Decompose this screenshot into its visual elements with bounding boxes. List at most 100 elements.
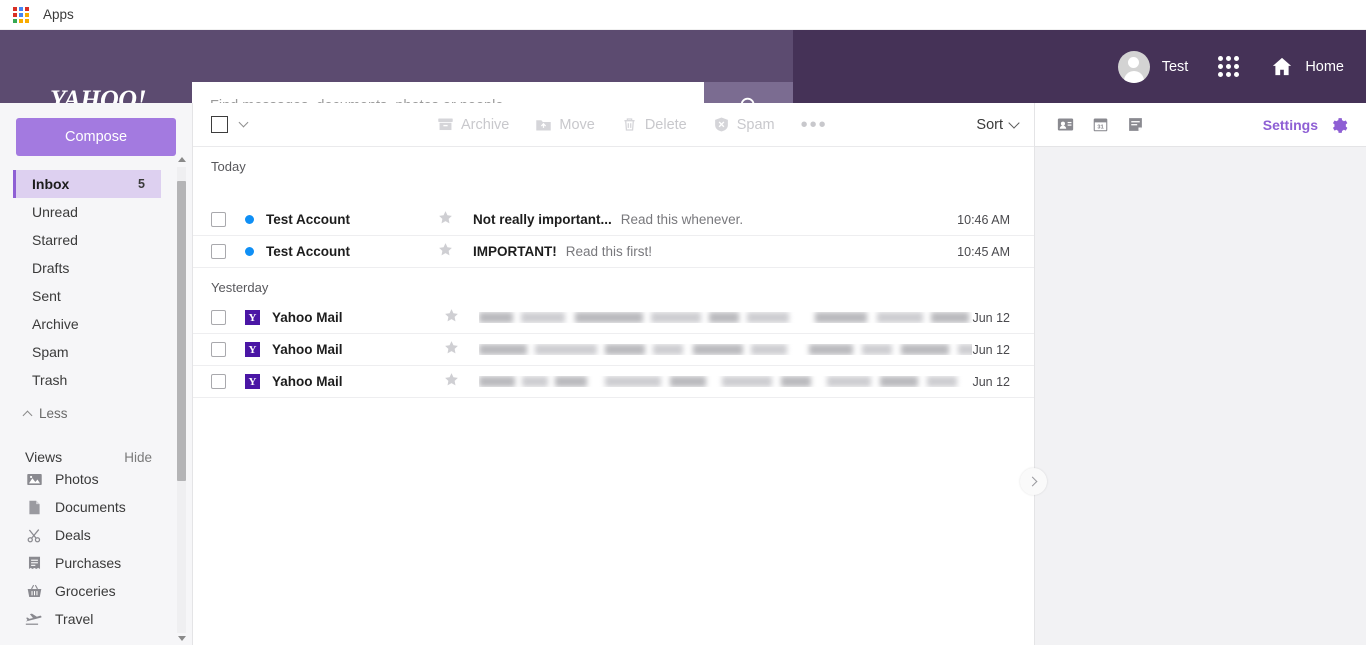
star-icon[interactable] bbox=[444, 308, 460, 328]
view-item-documents[interactable]: Documents bbox=[0, 493, 192, 521]
trash-icon bbox=[621, 116, 638, 133]
app-header: YAHOO! MAIL Test Home bbox=[0, 30, 1366, 129]
home-link[interactable]: Home bbox=[1269, 55, 1344, 78]
sidebar-item-archive[interactable]: Archive bbox=[13, 310, 161, 338]
delete-label: Delete bbox=[644, 116, 687, 133]
move-icon bbox=[535, 116, 552, 133]
more-actions-button[interactable]: ••• bbox=[801, 115, 828, 135]
message-checkbox[interactable] bbox=[211, 244, 226, 259]
message-row[interactable]: Test Account IMPORTANT! Read this first! 10… bbox=[193, 236, 1034, 268]
message-subject-area bbox=[479, 344, 973, 355]
message-time: 10:46 AM bbox=[957, 212, 1010, 227]
spam-label: Spam bbox=[736, 116, 775, 133]
compose-button[interactable]: Compose bbox=[16, 118, 176, 156]
date-group-header: Yesterday bbox=[211, 280, 269, 295]
message-checkbox[interactable] bbox=[211, 374, 226, 389]
archive-button[interactable]: Archive bbox=[437, 116, 509, 133]
message-row[interactable]: Y Yahoo Mail Jun 12 bbox=[193, 334, 1034, 366]
star-icon[interactable] bbox=[438, 242, 454, 262]
settings-button[interactable]: Settings bbox=[1263, 115, 1348, 134]
sidebar-item-sent[interactable]: Sent bbox=[13, 282, 161, 310]
sidebar-item-unread[interactable]: Unread bbox=[13, 198, 161, 226]
chevron-down-icon bbox=[1008, 116, 1020, 129]
sidebar-item-spam[interactable]: Spam bbox=[13, 338, 161, 366]
reading-pane-toolbar: 31 Settings bbox=[1035, 103, 1366, 147]
select-dropdown-chevron-down-icon[interactable] bbox=[238, 117, 249, 128]
yahoo-y-badge-icon: Y bbox=[245, 374, 260, 389]
settings-label: Settings bbox=[1262, 116, 1318, 133]
scroll-down-arrow-icon[interactable] bbox=[178, 636, 186, 641]
star-icon[interactable] bbox=[444, 340, 460, 360]
apps-grid-icon[interactable] bbox=[13, 6, 29, 23]
message-time: Jun 12 bbox=[972, 310, 1010, 325]
unread-dot-icon[interactable] bbox=[245, 247, 254, 256]
scrollbar-track[interactable] bbox=[177, 167, 186, 633]
profile-menu[interactable]: Test bbox=[1117, 50, 1189, 83]
view-item-label: Photos bbox=[55, 471, 99, 487]
spam-button[interactable]: Spam bbox=[713, 116, 775, 133]
next-message-button[interactable] bbox=[1020, 468, 1047, 495]
view-item-label: Purchases bbox=[55, 555, 122, 571]
grid-dots-icon[interactable] bbox=[1218, 56, 1240, 77]
scrollbar-thumb[interactable] bbox=[177, 181, 186, 481]
view-item-travel[interactable]: Travel bbox=[0, 605, 192, 633]
folder-list: Inbox 5 Unread Starred Drafts Sent Archive Spam… bbox=[0, 170, 192, 394]
view-item-purchases[interactable]: Purchases bbox=[0, 549, 192, 577]
view-item-label: Deals bbox=[55, 527, 91, 543]
select-all-checkbox[interactable] bbox=[211, 116, 228, 133]
view-item-label: Documents bbox=[55, 499, 126, 515]
calendar-day-number: 31 bbox=[1097, 125, 1104, 131]
message-subject-area: Not really important... Read this wheneve… bbox=[473, 212, 957, 227]
app-body: Compose Inbox 5 Unread Starred Drafts Sent Arc… bbox=[0, 103, 1366, 645]
view-item-groceries[interactable]: Groceries bbox=[0, 577, 192, 605]
sidebar-scrollbar[interactable] bbox=[177, 155, 186, 645]
sidebar-item-label: Sent bbox=[32, 288, 61, 304]
contacts-icon[interactable] bbox=[1057, 116, 1074, 133]
message-sender: Test Account bbox=[266, 212, 351, 227]
sidebar-item-label: Trash bbox=[32, 372, 68, 388]
message-time: 10:45 AM bbox=[957, 244, 1010, 259]
message-checkbox[interactable] bbox=[211, 212, 226, 227]
message-row[interactable]: Test Account Not really important... Read … bbox=[193, 204, 1034, 236]
message-subject: IMPORTANT! bbox=[473, 244, 557, 259]
spam-shield-icon bbox=[713, 116, 730, 133]
message-checkbox[interactable] bbox=[211, 342, 226, 357]
message-list: Today Test Account Not really important...… bbox=[193, 147, 1034, 398]
message-sender: Test Account bbox=[266, 244, 351, 259]
views-hide-button[interactable]: Hide bbox=[124, 450, 152, 465]
sidebar-item-drafts[interactable]: Drafts bbox=[13, 254, 161, 282]
unread-dot-icon[interactable] bbox=[245, 215, 254, 224]
views-header: Views Hide bbox=[25, 449, 152, 465]
view-item-photos[interactable]: Photos bbox=[0, 465, 192, 493]
message-row[interactable]: Y Yahoo Mail Jun 12 bbox=[193, 366, 1034, 398]
view-item-deals[interactable]: Deals bbox=[0, 521, 192, 549]
star-icon[interactable] bbox=[444, 372, 460, 392]
notepad-icon[interactable] bbox=[1127, 116, 1144, 133]
archive-label: Archive bbox=[461, 116, 510, 133]
scroll-up-arrow-icon[interactable] bbox=[178, 157, 186, 162]
profile-name: Test bbox=[1161, 58, 1189, 75]
redacted-subject bbox=[479, 344, 973, 355]
sidebar-item-trash[interactable]: Trash bbox=[13, 366, 161, 394]
calendar-icon[interactable]: 31 bbox=[1092, 116, 1109, 133]
star-icon[interactable] bbox=[438, 210, 454, 230]
view-item-label: Groceries bbox=[55, 583, 116, 599]
home-label: Home bbox=[1305, 58, 1344, 75]
chevron-right-icon bbox=[1027, 476, 1038, 487]
sidebar-item-starred[interactable]: Starred bbox=[13, 226, 161, 254]
apps-bar-label[interactable]: Apps bbox=[43, 7, 74, 22]
sidebar-item-label: Drafts bbox=[32, 260, 70, 276]
message-row[interactable]: Y Yahoo Mail Jun 12 bbox=[193, 302, 1034, 334]
message-time: Jun 12 bbox=[972, 342, 1010, 357]
message-checkbox[interactable] bbox=[211, 310, 226, 325]
delete-button[interactable]: Delete bbox=[621, 116, 687, 133]
message-sender: Yahoo Mail bbox=[272, 342, 343, 357]
sidebar-item-inbox[interactable]: Inbox 5 bbox=[13, 170, 161, 198]
sort-button[interactable]: Sort bbox=[976, 116, 1020, 133]
message-toolbar: Archive Move Delete Spam ••• Sort bbox=[193, 103, 1034, 147]
move-button[interactable]: Move bbox=[535, 116, 595, 133]
date-group-header: Today bbox=[211, 159, 246, 174]
less-toggle[interactable]: Less bbox=[22, 406, 192, 421]
views-label: Views bbox=[25, 449, 63, 465]
